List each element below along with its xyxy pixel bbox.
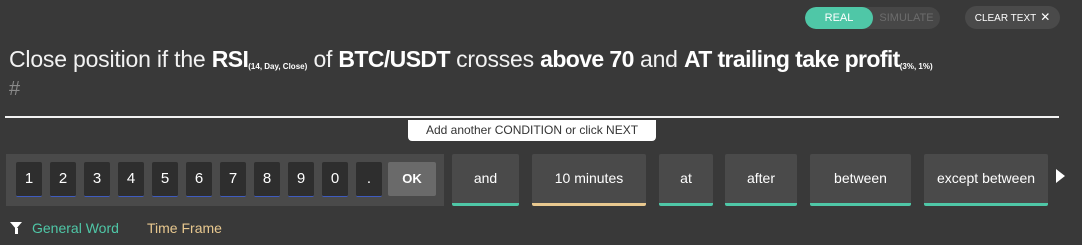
chevron-right-icon[interactable] bbox=[1056, 169, 1065, 183]
condition-token[interactable]: above 70 bbox=[540, 46, 634, 72]
divider bbox=[5, 116, 1059, 118]
mode-toggle[interactable]: REAL SIMULATE bbox=[805, 7, 940, 29]
mode-simulate-option[interactable]: SIMULATE bbox=[873, 7, 940, 29]
clear-text-button[interactable]: CLEAR TEXT ✕ bbox=[965, 6, 1060, 29]
numpad-key-4[interactable]: 4 bbox=[118, 162, 144, 197]
numpad-key-9[interactable]: 9 bbox=[288, 162, 314, 197]
sentence-text: Close position if the bbox=[9, 46, 212, 72]
input-cursor-placeholder[interactable]: # bbox=[9, 78, 20, 101]
legend-general-word[interactable]: General Word bbox=[32, 220, 119, 236]
numpad-key-7[interactable]: 7 bbox=[220, 162, 246, 197]
mode-real-option[interactable]: REAL bbox=[805, 7, 873, 29]
numpad-key-0[interactable]: 0 bbox=[322, 162, 348, 197]
chip-between[interactable]: between bbox=[810, 154, 911, 206]
hint-tooltip: Add another CONDITION or click NEXT bbox=[408, 120, 656, 141]
close-icon: ✕ bbox=[1040, 10, 1051, 24]
numpad-key-8[interactable]: 8 bbox=[254, 162, 280, 197]
numpad-key-2[interactable]: 2 bbox=[50, 162, 76, 197]
sentence-text: crosses bbox=[449, 46, 541, 72]
numpad-key-6[interactable]: 6 bbox=[186, 162, 212, 197]
pair-token[interactable]: BTC/USDT bbox=[338, 46, 450, 72]
strategy-sentence[interactable]: Close position if the RSI(14, Day, Close… bbox=[9, 42, 1072, 84]
sentence-text: of bbox=[307, 46, 339, 72]
legend-time-frame[interactable]: Time Frame bbox=[147, 220, 222, 236]
sentence-text: and bbox=[633, 46, 684, 72]
numpad-ok-button[interactable]: OK bbox=[388, 162, 436, 196]
numpad-key-decimal[interactable]: . bbox=[356, 162, 382, 197]
chip-after[interactable]: after bbox=[725, 154, 797, 206]
chip-at[interactable]: at bbox=[659, 154, 713, 206]
action-params: (3%, 1%) bbox=[899, 62, 933, 71]
numpad-key-5[interactable]: 5 bbox=[152, 162, 178, 197]
action-token[interactable]: AT trailing take profit(3%, 1%) bbox=[684, 46, 933, 72]
numpad-key-1[interactable]: 1 bbox=[16, 162, 42, 197]
chip-10-minutes[interactable]: 10 minutes bbox=[532, 154, 646, 206]
filter-icon[interactable] bbox=[10, 222, 22, 234]
indicator-token[interactable]: RSI(14, Day, Close) bbox=[212, 46, 308, 72]
action-name: AT trailing take profit bbox=[683, 46, 900, 72]
chip-except-between[interactable]: except between bbox=[924, 154, 1048, 206]
indicator-params: (14, Day, Close) bbox=[248, 62, 308, 71]
numpad-key-3[interactable]: 3 bbox=[84, 162, 110, 197]
numpad: 1 2 3 4 5 6 7 8 9 0 . OK bbox=[6, 154, 444, 206]
clear-text-label: CLEAR TEXT bbox=[974, 13, 1037, 24]
chip-and[interactable]: and bbox=[452, 154, 519, 206]
indicator-name: RSI bbox=[211, 46, 249, 72]
